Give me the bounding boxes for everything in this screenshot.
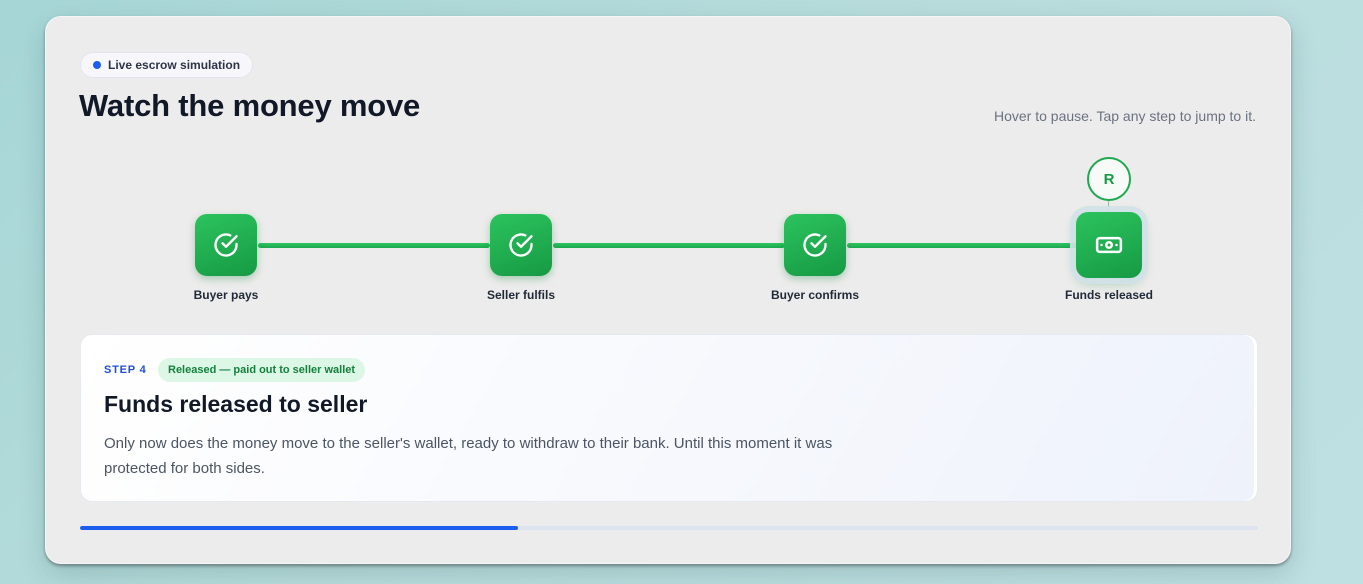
live-indicator-dot bbox=[93, 61, 101, 69]
step-label: Buyer confirms bbox=[770, 288, 860, 302]
check-circle-icon bbox=[803, 233, 827, 257]
simulation-progress-bar bbox=[80, 526, 1258, 530]
escrow-simulation-card: Live escrow simulation Watch the money m… bbox=[45, 16, 1291, 564]
step-buyer-pays[interactable]: Buyer pays bbox=[146, 214, 306, 302]
status-badge: Released — paid out to seller wallet bbox=[158, 358, 366, 382]
step-icon-box bbox=[490, 214, 552, 276]
detail-title: Funds released to seller bbox=[104, 391, 368, 417]
step-icon-box bbox=[784, 214, 846, 276]
step-detail-panel: STEP 4 Released — paid out to seller wal… bbox=[80, 334, 1258, 502]
step-icon-box-active bbox=[1076, 212, 1142, 278]
step-number-label: STEP 4 bbox=[104, 364, 147, 376]
live-simulation-badge: Live escrow simulation bbox=[80, 52, 254, 78]
interaction-hint: Hover to pause. Tap any step to jump to … bbox=[993, 108, 1256, 124]
seller-avatar-marker: R bbox=[1087, 157, 1131, 201]
step-label: Funds released bbox=[1064, 288, 1154, 302]
check-circle-icon bbox=[214, 233, 238, 257]
page-title: Watch the money move bbox=[79, 88, 421, 123]
step-label: Seller fulfils bbox=[486, 288, 556, 302]
step-seller-fulfils[interactable]: Seller fulfils bbox=[441, 214, 601, 302]
avatar-connector bbox=[1108, 201, 1109, 211]
detail-description: Only now does the money move to the sell… bbox=[104, 435, 833, 477]
progress-fill bbox=[80, 526, 519, 530]
step-label: Buyer pays bbox=[193, 288, 259, 302]
step-buyer-confirms[interactable]: Buyer confirms bbox=[735, 214, 895, 302]
live-simulation-label: Live escrow simulation bbox=[108, 58, 241, 72]
step-funds-released[interactable]: Funds released bbox=[1029, 212, 1189, 302]
banknote-icon bbox=[1095, 236, 1123, 254]
check-circle-icon bbox=[509, 233, 533, 257]
step-icon-box bbox=[195, 214, 257, 276]
